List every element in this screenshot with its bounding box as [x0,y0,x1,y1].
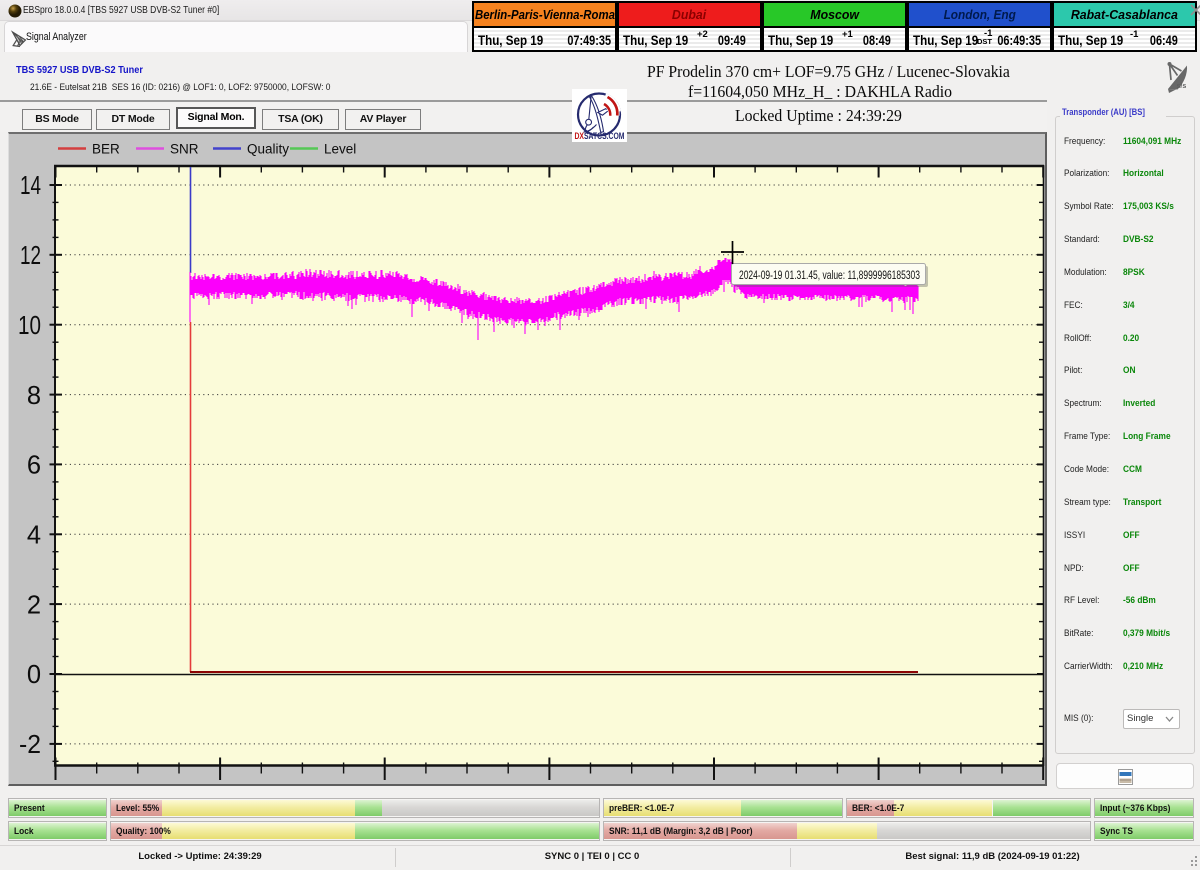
svg-text:6: 6 [27,452,41,480]
svg-text:BER: BER [92,142,120,157]
svg-text:-2: -2 [19,731,41,759]
svg-text:14: 14 [20,172,41,200]
svg-text:0: 0 [27,661,41,689]
svg-text:2024-09-19 01.31.45, value: 11: 2024-09-19 01.31.45, value: 11,899999618… [739,268,920,282]
svg-text:12: 12 [20,242,41,270]
svg-text:4: 4 [27,522,41,550]
svg-text:SNR: SNR [170,142,199,157]
svg-text:8: 8 [27,382,41,410]
svg-text:s/s: s/s [1177,83,1187,90]
svg-text:Quality: Quality [247,142,289,157]
svg-text:2: 2 [27,591,41,619]
svg-text:DXSATCS.COM: DXSATCS.COM [575,131,625,141]
svg-text:10: 10 [18,312,41,340]
svg-text:Level: Level [324,142,356,157]
